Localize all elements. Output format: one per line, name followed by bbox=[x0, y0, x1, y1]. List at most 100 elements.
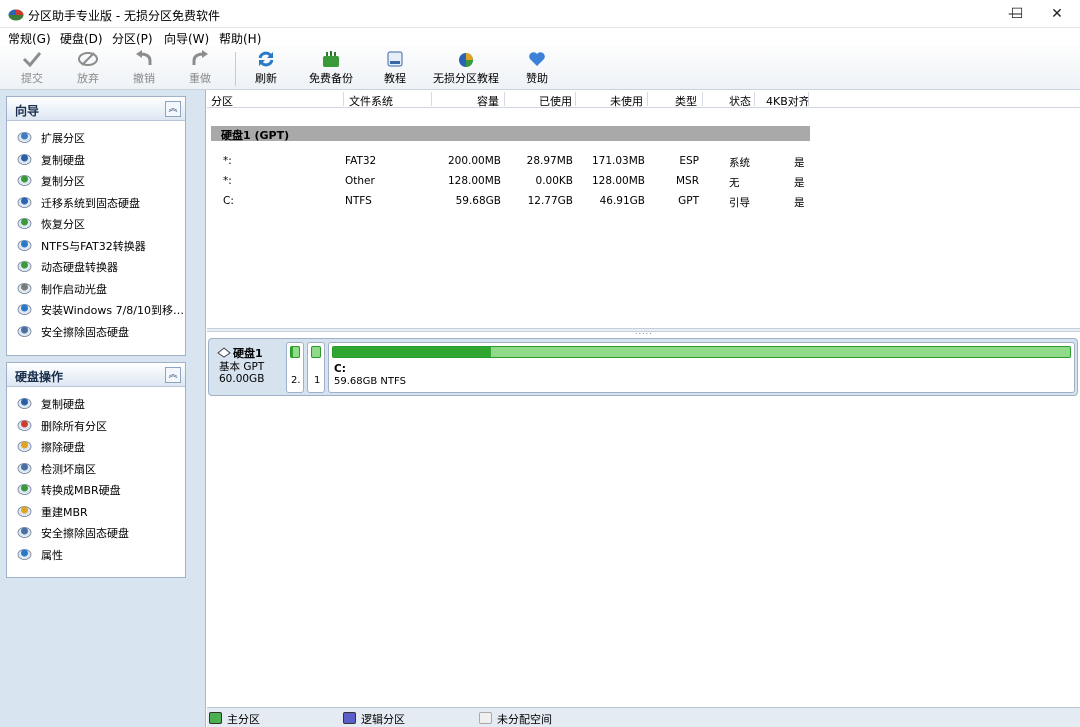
panel-item[interactable]: 重建MBR bbox=[7, 500, 185, 522]
panel-item[interactable]: 迁移系统到固态硬盘 bbox=[7, 191, 185, 213]
panel-item[interactable]: 动态硬盘转换器 bbox=[7, 255, 185, 277]
table-cell: 0.00KB bbox=[535, 175, 573, 187]
close-button[interactable]: ✕ bbox=[1034, 0, 1080, 28]
app-logo-icon bbox=[8, 9, 24, 21]
partition-tutorial-button[interactable]: 无损分区教程 bbox=[430, 48, 502, 88]
col-used[interactable]: 已使用 bbox=[539, 93, 572, 109]
recover-partition-icon bbox=[17, 215, 32, 230]
copy-disk-icon bbox=[17, 395, 32, 410]
discard-button[interactable]: 放弃 bbox=[68, 48, 108, 88]
collapse-icon[interactable]: ︽ bbox=[165, 101, 181, 117]
legend-swatch bbox=[209, 712, 222, 724]
ssd-erase-icon bbox=[17, 323, 32, 338]
pane-splitter[interactable]: ..... bbox=[207, 327, 1080, 336]
backup-button[interactable]: 免费备份 bbox=[302, 48, 360, 88]
undo-button[interactable]: 撤销 bbox=[124, 48, 164, 88]
panel-item[interactable]: 检测坏扇区 bbox=[7, 457, 185, 479]
donate-button[interactable]: 赞助 bbox=[520, 48, 554, 88]
window-title: 分区助手专业版 - 无损分区免费软件 bbox=[28, 9, 220, 23]
table-cell: C: bbox=[223, 195, 234, 207]
tutorial-button[interactable]: 教程 bbox=[378, 48, 412, 88]
table-cell: *: bbox=[223, 175, 232, 187]
copy-disk-icon bbox=[17, 151, 32, 166]
panel-item[interactable]: 安全擦除固态硬盘 bbox=[7, 521, 185, 543]
panel-item[interactable]: NTFS与FAT32转换器 bbox=[7, 234, 185, 256]
col-status[interactable]: 状态 bbox=[729, 93, 751, 109]
partition-block-esp[interactable]: 2. bbox=[286, 342, 304, 393]
refresh-button[interactable]: 刷新 bbox=[248, 48, 284, 88]
panel-item[interactable]: 转换成MBR硬盘 bbox=[7, 478, 185, 500]
refresh-icon bbox=[258, 51, 274, 67]
disk-group-header[interactable]: 硬盘1 (GPT) bbox=[211, 126, 810, 142]
table-cell: 是 bbox=[794, 157, 805, 169]
redo-button[interactable]: 重做 bbox=[180, 48, 220, 88]
panel-item[interactable]: 属性 bbox=[7, 543, 185, 565]
panel-item-label: 复制硬盘 bbox=[41, 398, 85, 411]
panel-item[interactable]: 复制硬盘 bbox=[7, 392, 185, 414]
menu-help[interactable]: 帮助(H) bbox=[219, 30, 261, 47]
table-cell: 128.00MB bbox=[447, 175, 501, 187]
col-filesystem[interactable]: 文件系统 bbox=[349, 93, 393, 109]
panel-item[interactable]: 制作启动光盘 bbox=[7, 277, 185, 299]
menu-wizard[interactable]: 向导(W) bbox=[164, 30, 209, 47]
column-headers: 分区 文件系统 容量 已使用 未使用 类型 状态 4KB对齐 bbox=[207, 90, 1080, 108]
col-capacity[interactable]: 容量 bbox=[477, 93, 499, 109]
delete-partitions-icon bbox=[17, 417, 32, 432]
panel-item[interactable]: 恢复分区 bbox=[7, 212, 185, 234]
table-cell: 系统 bbox=[729, 157, 750, 169]
undo-icon bbox=[136, 50, 152, 65]
panel-item[interactable]: 安装Windows 7/8/10到移… bbox=[7, 298, 185, 320]
panel-item-label: NTFS与FAT32转换器 bbox=[41, 239, 146, 253]
table-cell: 171.03MB bbox=[591, 155, 645, 167]
bootable-media-icon bbox=[17, 280, 32, 295]
discard-icon bbox=[78, 52, 98, 66]
panel-item-label: 迁移系统到固态硬盘 bbox=[41, 196, 140, 210]
disk-ops-list: 复制硬盘删除所有分区擦除硬盘检测坏扇区转换成MBR硬盘重建MBR 安全擦除固态硬盘… bbox=[7, 387, 185, 564]
col-type[interactable]: 类型 bbox=[675, 93, 697, 109]
table-cell: GPT bbox=[678, 195, 699, 207]
panel-item[interactable]: 复制分区 bbox=[7, 169, 185, 191]
partition-block-msr[interactable]: 1 bbox=[307, 342, 325, 393]
disk-info: 硬盘1 基本 GPT 60.00GB bbox=[217, 345, 281, 389]
panel-item-label: 转换成MBR硬盘 bbox=[41, 484, 121, 497]
table-cell: 是 bbox=[794, 197, 805, 209]
col-unused[interactable]: 未使用 bbox=[610, 93, 643, 109]
table-cell: ESP bbox=[679, 155, 699, 167]
menu-partition[interactable]: 分区(P) bbox=[112, 30, 153, 47]
partition-block-c[interactable]: C: 59.68GB NTFS bbox=[328, 342, 1075, 393]
collapse-icon[interactable]: ︽ bbox=[165, 367, 181, 383]
panel-item[interactable]: 安全擦除固态硬盘 bbox=[7, 320, 185, 342]
panel-item-label: 复制分区 bbox=[41, 175, 85, 188]
panel-item[interactable]: 复制硬盘 bbox=[7, 148, 185, 170]
col-partition[interactable]: 分区 bbox=[211, 93, 233, 109]
legend-primary: 主分区 bbox=[209, 711, 289, 726]
disk-map[interactable]: 硬盘1 基本 GPT 60.00GB 2. 1 C: 59.68GB NTFS bbox=[208, 338, 1078, 396]
menu-disk[interactable]: 硬盘(D) bbox=[60, 30, 103, 47]
table-row[interactable]: C: NTFS 59.68GB 12.77GB 46.91GB GPT 引导 是 bbox=[207, 193, 1080, 211]
panel-item[interactable]: 擦除硬盘 bbox=[7, 435, 185, 457]
table-cell: Other bbox=[345, 175, 375, 187]
panel-item-label: 检测坏扇区 bbox=[41, 462, 96, 476]
menu-general[interactable]: 常规(G) bbox=[8, 30, 51, 47]
table-cell: 引导 bbox=[729, 197, 750, 209]
wizard-panel-title: 向导 bbox=[15, 104, 40, 118]
panel-item-label: 擦除硬盘 bbox=[41, 441, 85, 454]
migrate-os-icon bbox=[17, 194, 32, 209]
table-row[interactable]: *: FAT32 200.00MB 28.97MB 171.03MB ESP 系统 是 bbox=[207, 153, 1080, 171]
rebuild-mbr-icon bbox=[17, 503, 32, 518]
col-4k-aligned[interactable]: 4KB对齐 bbox=[766, 93, 810, 109]
panel-item[interactable]: 删除所有分区 bbox=[7, 414, 185, 436]
partition-block-label: 2. bbox=[291, 375, 301, 386]
panel-item[interactable]: 扩展分区 bbox=[7, 126, 185, 148]
ssd-erase-icon bbox=[17, 524, 32, 539]
table-row[interactable]: *: Other 128.00MB 0.00KB 128.00MB MSR 无 是 bbox=[207, 173, 1080, 191]
panel-item-label: 复制硬盘 bbox=[41, 153, 85, 167]
copy-partition-icon bbox=[17, 172, 32, 187]
left-pane: 向导 ︽ 扩展分区 复制硬盘 复制分区 迁移系统到固态硬盘 恢复分区 NTFS与FAT32… bbox=[0, 90, 206, 727]
table-cell: 28.97MB bbox=[526, 155, 573, 167]
disk-ops-panel: 硬盘操作 ︽ 复制硬盘 删除所有分区 擦除硬盘 检测坏扇区 转换成MBR硬盘 重建MBR 安… bbox=[6, 362, 186, 578]
legend-unallocated: 未分配空间 bbox=[479, 711, 569, 726]
panel-item-label: 制作启动光盘 bbox=[41, 282, 107, 296]
commit-button[interactable]: 提交 bbox=[12, 48, 52, 88]
title-bar: 分区助手专业版 - 无损分区免费软件 — ☐ ✕ bbox=[0, 0, 1080, 28]
